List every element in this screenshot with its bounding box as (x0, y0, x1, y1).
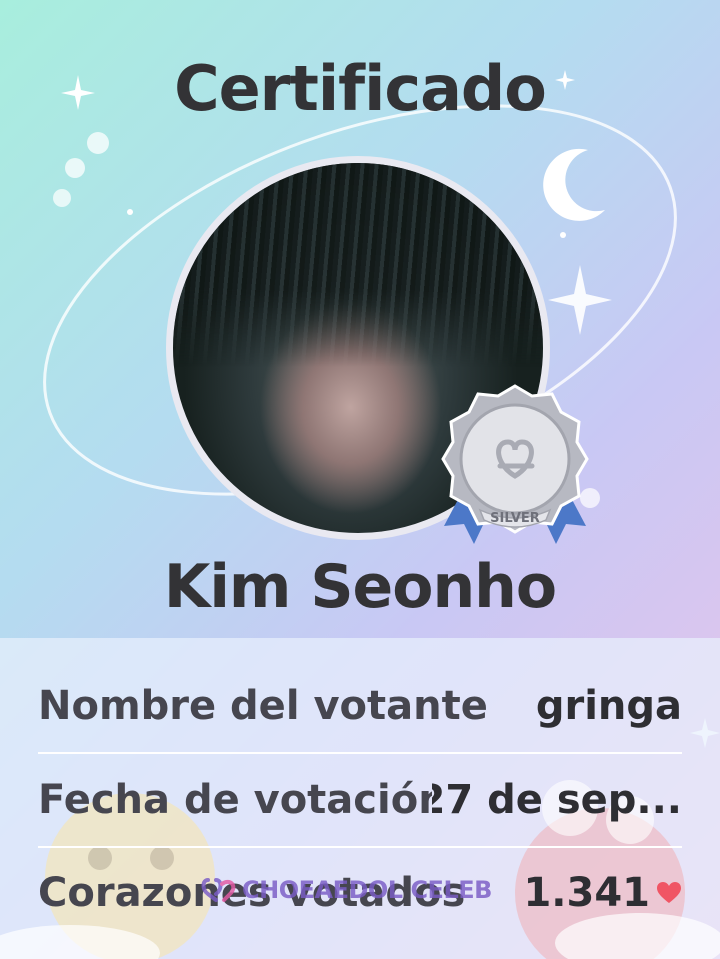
voter-name-row: Nombre del votante gringa (38, 660, 682, 754)
watermark-text: CHOEAEDOL CELEB (242, 876, 492, 904)
page-title: Certificado (174, 52, 547, 125)
silver-badge: SILVER (441, 384, 589, 544)
vote-date-row: Fecha de votación 27 de sep... (38, 754, 682, 848)
hearts-voted-value: 1.341 (523, 870, 650, 916)
details-panel: Nombre del votante gringa Fecha de votac… (0, 638, 720, 959)
voter-name-value: gringa (535, 683, 682, 729)
moon-icon (543, 148, 605, 221)
hearts-voted-value-wrap: 1.341 (523, 870, 682, 916)
heart-icon (657, 882, 681, 903)
celebrity-name: Kim Seonho (163, 552, 557, 622)
app-watermark: CHOEAEDOL CELEB (200, 870, 492, 910)
vote-date-value: 27 de sep... (432, 777, 682, 823)
vote-date-label: Fecha de votación (38, 777, 432, 823)
star-icon (548, 265, 612, 335)
voter-name-label: Nombre del votante (38, 683, 488, 729)
badge-tier: SILVER (490, 511, 540, 526)
choeaedol-logo-icon (201, 878, 236, 902)
